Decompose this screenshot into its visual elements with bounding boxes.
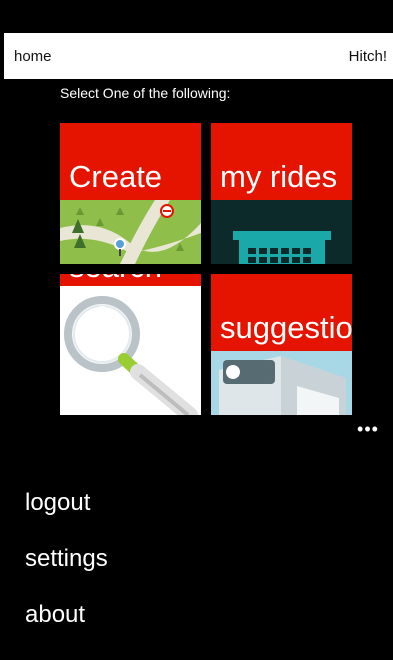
- create-tile[interactable]: Create: [60, 123, 201, 264]
- menu-item-logout[interactable]: logout: [25, 489, 90, 517]
- page-title: home: [14, 47, 52, 65]
- magnifier-icon: [60, 274, 201, 415]
- more-options-icon[interactable]: •••: [356, 420, 380, 438]
- status-bar: [0, 0, 393, 32]
- menu-item-settings[interactable]: settings: [25, 545, 108, 573]
- search-tile-label: search: [69, 274, 162, 282]
- suggestions-tile-label: suggestions: [220, 310, 352, 345]
- suggestions-tile[interactable]: suggestions: [211, 274, 352, 415]
- my-rides-tile-label: my rides: [220, 159, 338, 194]
- selection-prompt: Select One of the following:: [60, 85, 231, 101]
- app-title: Hitch!: [348, 47, 387, 65]
- menu-item-about[interactable]: about: [25, 601, 85, 629]
- my-rides-tile[interactable]: my rides: [211, 123, 352, 264]
- app-header: home Hitch!: [4, 33, 393, 79]
- create-tile-label: Create: [69, 159, 163, 194]
- search-tile[interactable]: search: [60, 274, 201, 415]
